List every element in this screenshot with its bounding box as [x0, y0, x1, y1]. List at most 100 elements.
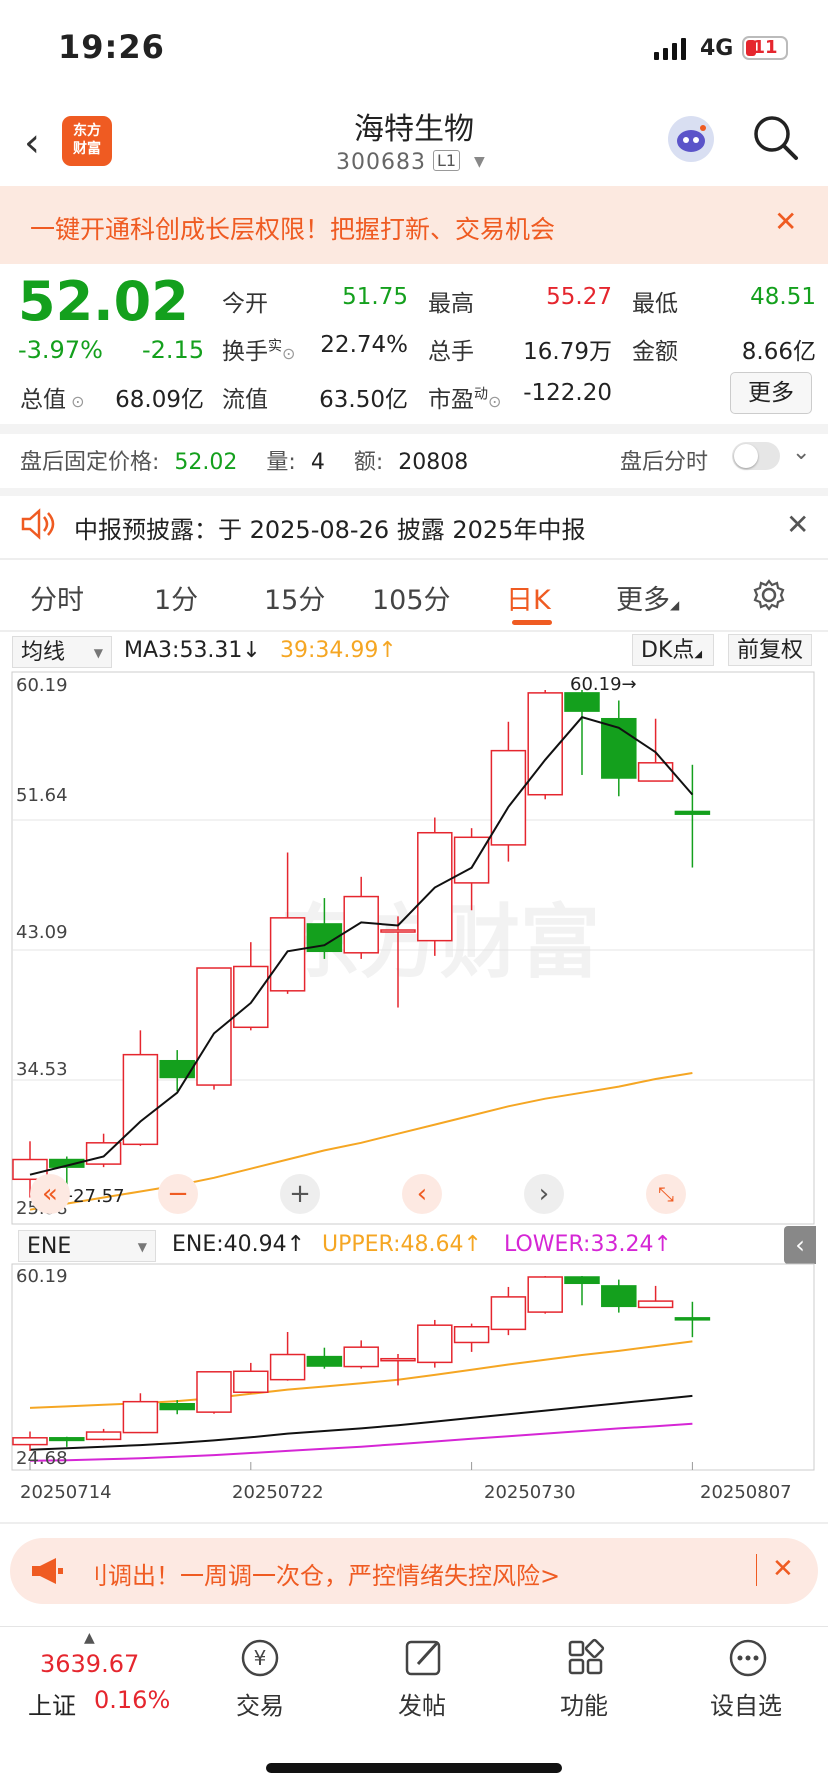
divider [0, 630, 828, 632]
robot-assistant-icon[interactable] [668, 116, 714, 162]
tab-1min[interactable]: 1分 [154, 578, 198, 617]
amount-label: 金额 [632, 339, 678, 365]
after-hours-label: 盘后分时 [620, 450, 709, 475]
sub-indicator-select[interactable]: ENE ▼ [18, 1230, 156, 1262]
nav-functions[interactable]: 功能 [524, 1686, 644, 1721]
candle [85, 1133, 122, 1168]
float-label: 流值 [222, 387, 268, 413]
sub-candle-body [527, 1276, 563, 1313]
sub-candle [343, 1340, 379, 1369]
level-badge: L1 [433, 150, 461, 171]
megaphone-icon [30, 1556, 64, 1590]
candle-body [674, 810, 711, 815]
upper-legend: UPPER:48.64↑ [322, 1232, 482, 1257]
candle-body [564, 692, 600, 712]
settings-gear-icon[interactable] [752, 578, 786, 616]
low-label: 最低 [632, 291, 678, 317]
date-label: 20250722 [232, 1482, 324, 1503]
max-price-marker: 60.19→ [570, 674, 637, 695]
search-icon[interactable] [752, 114, 800, 166]
more-button[interactable]: 更多 [730, 372, 812, 414]
zoom-out-icon[interactable]: − [158, 1174, 198, 1214]
y-label: 34.53 [16, 1059, 68, 1080]
sub-candle-body [490, 1296, 527, 1331]
index-change[interactable]: 0.16% [94, 1686, 170, 1714]
chevron-left-icon[interactable]: ‹ [402, 1174, 442, 1214]
stock-code[interactable]: 300683 [336, 150, 426, 175]
sub-candle-body [306, 1355, 343, 1367]
chevron-down-icon[interactable]: ⌄ [792, 440, 810, 465]
sub-candle-body [453, 1326, 490, 1344]
trade-icon[interactable]: ¥ [238, 1636, 282, 1684]
caret-up-icon: ▲ [84, 1630, 95, 1646]
ad-text[interactable]: 刂调出！一周调一次仓，严控情绪失控风险> [84, 1556, 560, 1591]
nav-add-watchlist[interactable]: 设自选 [686, 1686, 806, 1721]
sub-candle-body [122, 1400, 159, 1434]
close-icon[interactable]: ✕ [774, 205, 797, 238]
candle-body [233, 965, 269, 1029]
adjust-button[interactable]: 前复权 [728, 634, 812, 666]
battery-level: 11 [752, 37, 778, 58]
sub-candle-body [417, 1324, 453, 1364]
index-name[interactable]: 上证 [28, 1686, 76, 1721]
network-type: 4G [700, 36, 734, 61]
after-hours-toggle[interactable] [732, 442, 780, 470]
tab-more[interactable]: 更多◢ [616, 578, 679, 617]
sub-candle [601, 1279, 637, 1313]
indicator-select[interactable]: 均线 ▼ [12, 636, 112, 668]
chevron-right-icon[interactable]: › [524, 1174, 564, 1214]
tab-timeshare[interactable]: 分时 [30, 578, 84, 617]
y-label: 43.09 [16, 922, 68, 943]
divider [0, 1522, 828, 1524]
ene-legend: ENE:40.94↑ [172, 1232, 306, 1257]
chevron-double-left-icon[interactable]: « [30, 1174, 70, 1214]
close-icon[interactable]: ✕ [772, 1554, 794, 1584]
close-icon[interactable]: ✕ [786, 508, 809, 541]
volume-label: 总手 [428, 339, 474, 365]
change-amount: -2.15 [142, 336, 205, 364]
open-label: 今开 [222, 291, 268, 317]
ene-chart[interactable] [0, 1262, 828, 1472]
candle-body [269, 917, 306, 992]
nav-trade[interactable]: 交易 [200, 1686, 320, 1721]
index-value[interactable]: 3639.67 [40, 1650, 139, 1678]
candle [159, 1050, 195, 1092]
sub-y-top: 60.19 [16, 1266, 68, 1287]
promo-banner-text[interactable]: 一键开通科创成长层权限！把握打新、交易机会 [30, 210, 555, 246]
tab-daily-k[interactable]: 日K [506, 578, 551, 617]
more-dots-icon[interactable] [726, 1636, 770, 1684]
candlestick-chart[interactable]: 东方财富 [0, 670, 828, 1226]
collapse-panel-icon[interactable]: ‹ [784, 1226, 816, 1264]
after-hours-info: 盘后固定价格: 52.02 量: 4 额: 20808 [20, 450, 469, 475]
sub-candle-body [233, 1370, 269, 1393]
post-icon[interactable] [402, 1636, 446, 1684]
signal-icon [654, 36, 690, 60]
tab-105min[interactable]: 105分 [372, 578, 451, 617]
dk-point-button[interactable]: DK点◢ [632, 634, 714, 666]
functions-icon[interactable] [564, 1636, 608, 1684]
active-tab-indicator [512, 620, 552, 625]
float-value: 63.50亿 [319, 387, 408, 413]
nav-post[interactable]: 发帖 [362, 1686, 482, 1721]
sub-candle [490, 1286, 527, 1336]
sub-candle [453, 1323, 490, 1352]
sub-candle-body [269, 1353, 306, 1381]
sub-candle-body [12, 1437, 48, 1446]
candle-body [380, 929, 416, 933]
caret-down-icon[interactable]: ▼ [474, 154, 485, 170]
fullscreen-icon[interactable]: ⤡ [646, 1174, 686, 1214]
tab-15min[interactable]: 15分 [264, 578, 325, 617]
sub-candle-body [196, 1371, 232, 1413]
date-label: 20250714 [20, 1482, 112, 1503]
y-label: 51.64 [16, 785, 68, 806]
sub-candle [417, 1319, 453, 1368]
lower-legend: LOWER:33.24↑ [504, 1232, 672, 1257]
candle-body [527, 692, 563, 796]
high-value: 55.27 [546, 284, 612, 310]
candle [196, 967, 232, 1090]
home-indicator[interactable] [266, 1763, 562, 1773]
sub-candle [269, 1331, 306, 1381]
notice-text[interactable]: 中报预披露：于 2025-08-26 披露 2025年中报 [74, 510, 585, 545]
zoom-in-icon[interactable]: + [280, 1174, 320, 1214]
sub-candle-body [159, 1403, 195, 1411]
